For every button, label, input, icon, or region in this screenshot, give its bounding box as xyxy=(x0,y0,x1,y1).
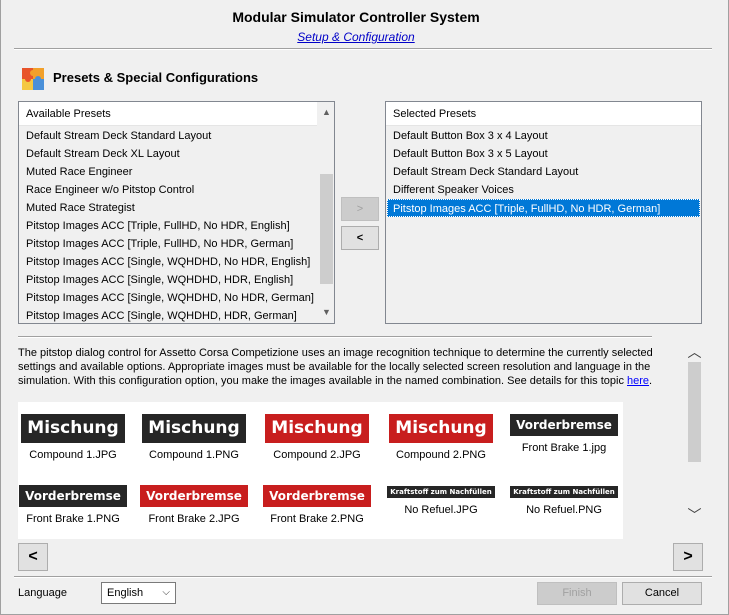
image-caption: Front Brake 1.PNG xyxy=(26,513,120,525)
description-divider xyxy=(18,336,652,338)
image-caption: Compound 2.JPG xyxy=(273,449,361,461)
image-gallery: Mischung Compound 1.JPG Mischung Compound 1… xyxy=(18,402,623,539)
preview-image: Vorderbremse xyxy=(263,485,371,507)
info-scrollbar[interactable]: ︿ ﹀ xyxy=(686,330,703,539)
scroll-up-icon[interactable]: ▲ xyxy=(318,104,335,121)
scroll-thumb[interactable] xyxy=(320,174,333,284)
description-trailing: . xyxy=(649,375,653,387)
info-scroll-thumb[interactable] xyxy=(688,362,701,462)
gallery-image-tile: Vorderbremse Front Brake 2.JPG xyxy=(139,485,249,526)
cancel-button[interactable]: Cancel xyxy=(622,582,702,605)
selected-preset-item[interactable]: Default Stream Deck Standard Layout xyxy=(386,163,701,181)
gallery-image-tile: Kraftstoff zum Nachfüllen No Refuel.PNG xyxy=(509,485,619,517)
preview-image: Mischung xyxy=(389,414,493,443)
puzzle-icon xyxy=(22,68,44,90)
available-preset-item[interactable]: Muted Race Strategist xyxy=(19,199,317,217)
language-value: English xyxy=(107,587,144,599)
gallery-image-tile: Mischung Compound 1.PNG xyxy=(139,414,249,462)
finish-button[interactable]: Finish xyxy=(537,582,617,605)
language-label: Language xyxy=(18,587,67,599)
available-preset-item[interactable]: Muted Race Engineer xyxy=(19,163,317,181)
available-preset-item[interactable]: Pitstop Images ACC [Single, WQHDHD, No H… xyxy=(19,289,317,307)
gallery-image-tile: Vorderbremse Front Brake 1.PNG xyxy=(18,485,128,526)
image-caption: No Refuel.JPG xyxy=(404,504,478,516)
remove-preset-button[interactable]: < xyxy=(341,226,379,250)
selected-presets-list[interactable]: Selected Presets Default Button Box 3 x … xyxy=(385,101,702,324)
image-caption: No Refuel.PNG xyxy=(526,504,602,516)
gallery-image-tile: Vorderbremse Front Brake 1.jpg xyxy=(509,414,619,455)
selected-preset-item[interactable]: Different Speaker Voices xyxy=(386,181,701,199)
available-presets-list[interactable]: Available Presets Default Stream Deck St… xyxy=(18,101,335,324)
available-preset-item[interactable]: Default Stream Deck Standard Layout xyxy=(19,127,317,145)
preview-image: Kraftstoff zum Nachfüllen xyxy=(510,486,618,498)
selected-presets-header: Selected Presets xyxy=(386,102,701,126)
preview-image: Vorderbremse xyxy=(19,485,127,507)
selected-preset-item[interactable]: Pitstop Images ACC [Triple, FullHD, No H… xyxy=(387,199,700,217)
gallery-image-tile: Mischung Compound 2.JPG xyxy=(262,414,372,462)
gallery-next-button[interactable]: > xyxy=(673,543,703,571)
scroll-down-icon[interactable]: ▼ xyxy=(318,304,335,321)
add-preset-button[interactable]: > xyxy=(341,197,379,221)
header-divider xyxy=(14,48,712,50)
available-preset-item[interactable]: Race Engineer w/o Pitstop Control xyxy=(19,181,317,199)
info-scroll-down-icon[interactable]: ﹀ xyxy=(686,505,703,525)
gallery-image-tile: Mischung Compound 1.JPG xyxy=(18,414,128,462)
image-caption: Compound 2.PNG xyxy=(396,449,486,461)
image-caption: Compound 1.PNG xyxy=(149,449,239,461)
available-presets-scrollbar[interactable]: ▲ ▼ xyxy=(317,102,334,323)
details-link[interactable]: here xyxy=(627,375,649,387)
available-preset-item[interactable]: Default Stream Deck XL Layout xyxy=(19,145,317,163)
preview-image: Vorderbremse xyxy=(140,485,248,507)
chevron-down-icon: ⌵ xyxy=(162,587,170,598)
available-preset-item[interactable]: Pitstop Images ACC [Triple, FullHD, No H… xyxy=(19,235,317,253)
gallery-image-tile: Vorderbremse Front Brake 2.PNG xyxy=(262,485,372,526)
preview-image: Kraftstoff zum Nachfüllen xyxy=(387,486,495,498)
gallery-image-tile: Kraftstoff zum Nachfüllen No Refuel.JPG xyxy=(386,485,496,517)
preview-image: Mischung xyxy=(265,414,369,443)
setup-configuration-link[interactable]: Setup & Configuration xyxy=(0,30,712,44)
preview-image: Mischung xyxy=(21,414,125,443)
description-body: The pitstop dialog control for Assetto C… xyxy=(18,347,653,387)
info-scroll-up-icon[interactable]: ︿ xyxy=(686,342,703,362)
selected-preset-item[interactable]: Default Button Box 3 x 5 Layout xyxy=(386,145,701,163)
description-text: The pitstop dialog control for Assetto C… xyxy=(18,346,686,388)
available-preset-item[interactable]: Pitstop Images ACC [Triple, FullHD, No H… xyxy=(19,217,317,235)
language-select[interactable]: English ⌵ xyxy=(101,582,176,604)
gallery-image-tile: Mischung Compound 2.PNG xyxy=(386,414,496,462)
image-caption: Compound 1.JPG xyxy=(29,449,117,461)
selected-preset-item[interactable]: Default Button Box 3 x 4 Layout xyxy=(386,127,701,145)
preview-image: Vorderbremse xyxy=(510,414,618,436)
image-caption: Front Brake 2.JPG xyxy=(148,513,240,525)
preview-image: Mischung xyxy=(142,414,246,443)
image-caption: Front Brake 2.PNG xyxy=(270,513,364,525)
image-caption: Front Brake 1.jpg xyxy=(521,442,607,454)
available-presets-header: Available Presets xyxy=(19,102,334,126)
window-title: Modular Simulator Controller System xyxy=(232,9,480,25)
available-preset-item[interactable]: Pitstop Images ACC [Single, WQHDHD, HDR,… xyxy=(19,307,317,325)
available-preset-item[interactable]: Pitstop Images ACC [Single, WQHDHD, No H… xyxy=(19,253,317,271)
gallery-prev-button[interactable]: < xyxy=(18,543,48,571)
footer-divider xyxy=(14,576,712,578)
available-preset-item[interactable]: Pitstop Images ACC [Single, WQHDHD, HDR,… xyxy=(19,271,317,289)
section-title: Presets & Special Configurations xyxy=(53,70,259,85)
